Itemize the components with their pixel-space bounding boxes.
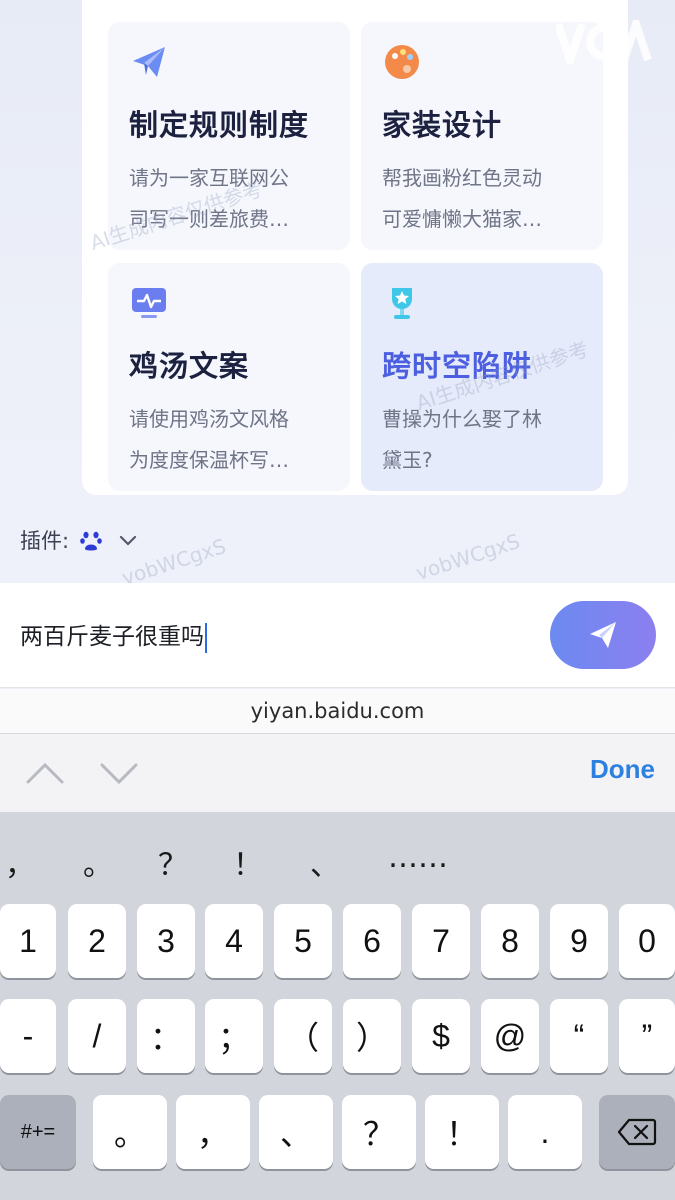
- key-dollar[interactable]: $: [412, 999, 470, 1073]
- previous-field-chevron-up-icon[interactable]: [26, 756, 64, 790]
- desc-line: 为度度保温杯写…: [129, 448, 289, 472]
- key-2[interactable]: 2: [68, 904, 126, 978]
- candidate-period[interactable]: 。: [78, 840, 118, 884]
- palette-icon: [385, 45, 419, 79]
- backspace-key[interactable]: [599, 1095, 675, 1169]
- web-content: 制定规则制度 请为一家互联网公 司写一则差旅费… 家装设计 帮我画粉红色灵动 可…: [0, 0, 675, 590]
- desc-line: 可爱慵懒大猫家…: [382, 207, 542, 231]
- baidu-paw-icon: [77, 526, 106, 554]
- candidate-ellipsis[interactable]: ……: [378, 840, 458, 875]
- card-title: 制定规则制度: [129, 108, 310, 142]
- card-title: 跨时空陷阱: [382, 349, 533, 383]
- chat-input-bar: 两百斤麦子很重吗: [0, 583, 675, 688]
- key-6[interactable]: 6: [343, 904, 401, 978]
- candidate-question[interactable]: ？: [153, 840, 193, 884]
- card-title: 鸡汤文案: [129, 349, 250, 383]
- key-1[interactable]: 1: [0, 904, 56, 978]
- key-0[interactable]: 0: [619, 904, 675, 978]
- next-field-chevron-down-icon[interactable]: [100, 756, 138, 790]
- key-close-quote[interactable]: ”: [619, 999, 675, 1073]
- desc-line: 黛玉?: [382, 448, 433, 472]
- key-9[interactable]: 9: [550, 904, 608, 978]
- key-open-paren[interactable]: （: [274, 999, 332, 1073]
- key-semicolon[interactable]: ；: [205, 999, 263, 1073]
- desc-line: 帮我画粉红色灵动: [382, 166, 542, 190]
- chat-input-value: 两百斤麦子很重吗: [20, 624, 204, 650]
- chat-input[interactable]: 两百斤麦子很重吗: [20, 617, 207, 653]
- desc-line: 请使用鸡汤文风格: [129, 407, 289, 431]
- key-cn-exclamation[interactable]: ！: [425, 1095, 499, 1169]
- prompt-panel: 制定规则制度 请为一家互联网公 司写一则差旅费… 家装设计 帮我画粉红色灵动 可…: [82, 0, 628, 495]
- key-at[interactable]: @: [481, 999, 539, 1073]
- send-button[interactable]: [550, 601, 656, 669]
- candidate-comma[interactable]: ，: [0, 840, 40, 884]
- key-cn-comma[interactable]: ，: [176, 1095, 250, 1169]
- desc-line: 司写一则差旅费…: [129, 207, 289, 231]
- key-slash[interactable]: /: [68, 999, 126, 1073]
- key-8[interactable]: 8: [481, 904, 539, 978]
- paper-plane-icon: [133, 47, 165, 77]
- candidate-enumeration-comma[interactable]: 、: [305, 840, 345, 884]
- desc-line: 曹操为什么娶了林: [382, 407, 542, 431]
- card-description: 帮我画粉红色灵动 可爱慵懒大猫家…: [382, 158, 583, 240]
- keyboard-accessory-bar: Done: [0, 734, 675, 812]
- prompt-card-rules[interactable]: 制定规则制度 请为一家互联网公 司写一则差旅费…: [108, 22, 350, 250]
- key-hyphen[interactable]: -: [0, 999, 56, 1073]
- key-enumeration-comma[interactable]: 、: [259, 1095, 333, 1169]
- keyboard: ， 。 ？ ！ 、 …… 1 2 3 4 5 6 7 8 9 0 - / ： ；…: [0, 812, 675, 1200]
- key-close-paren[interactable]: ）: [343, 999, 401, 1073]
- candidate-exclamation[interactable]: ！: [228, 840, 268, 884]
- send-icon: [590, 622, 616, 648]
- monitor-pulse-icon: [132, 288, 166, 318]
- card-description: 曹操为什么娶了林 黛玉?: [382, 399, 583, 481]
- done-button[interactable]: Done: [590, 754, 655, 785]
- chevron-down-icon: [119, 535, 137, 546]
- url-text: yiyan.baidu.com: [250, 699, 425, 723]
- text-caret: [205, 622, 207, 653]
- key-3[interactable]: 3: [137, 904, 195, 978]
- plugin-label: 插件:: [20, 529, 70, 553]
- backspace-icon: [617, 1118, 657, 1146]
- card-description: 请使用鸡汤文风格 为度度保温杯写…: [129, 399, 330, 481]
- key-7[interactable]: 7: [412, 904, 470, 978]
- trophy-icon: [392, 288, 412, 319]
- key-open-quote[interactable]: “: [550, 999, 608, 1073]
- watermark-code: vobWCgxS: [412, 528, 523, 586]
- prompt-card-chicken-soup[interactable]: 鸡汤文案 请使用鸡汤文风格 为度度保温杯写…: [108, 263, 350, 491]
- key-dot[interactable]: .: [508, 1095, 582, 1169]
- card-description: 请为一家互联网公 司写一则差旅费…: [129, 158, 330, 240]
- url-bar[interactable]: yiyan.baidu.com: [0, 689, 675, 734]
- key-more-symbols[interactable]: #+=: [0, 1095, 76, 1169]
- card-title: 家装设计: [382, 108, 503, 142]
- key-colon[interactable]: ：: [137, 999, 195, 1073]
- desc-line: 请为一家互联网公: [129, 166, 289, 190]
- prompt-card-time-trap[interactable]: 跨时空陷阱 曹操为什么娶了林 黛玉?: [361, 263, 603, 491]
- key-cn-period[interactable]: 。: [93, 1095, 167, 1169]
- key-4[interactable]: 4: [205, 904, 263, 978]
- key-cn-question[interactable]: ？: [342, 1095, 416, 1169]
- key-5[interactable]: 5: [274, 904, 332, 978]
- plugin-selector[interactable]: 插件:: [20, 522, 139, 558]
- voa-logo-icon: [556, 20, 652, 64]
